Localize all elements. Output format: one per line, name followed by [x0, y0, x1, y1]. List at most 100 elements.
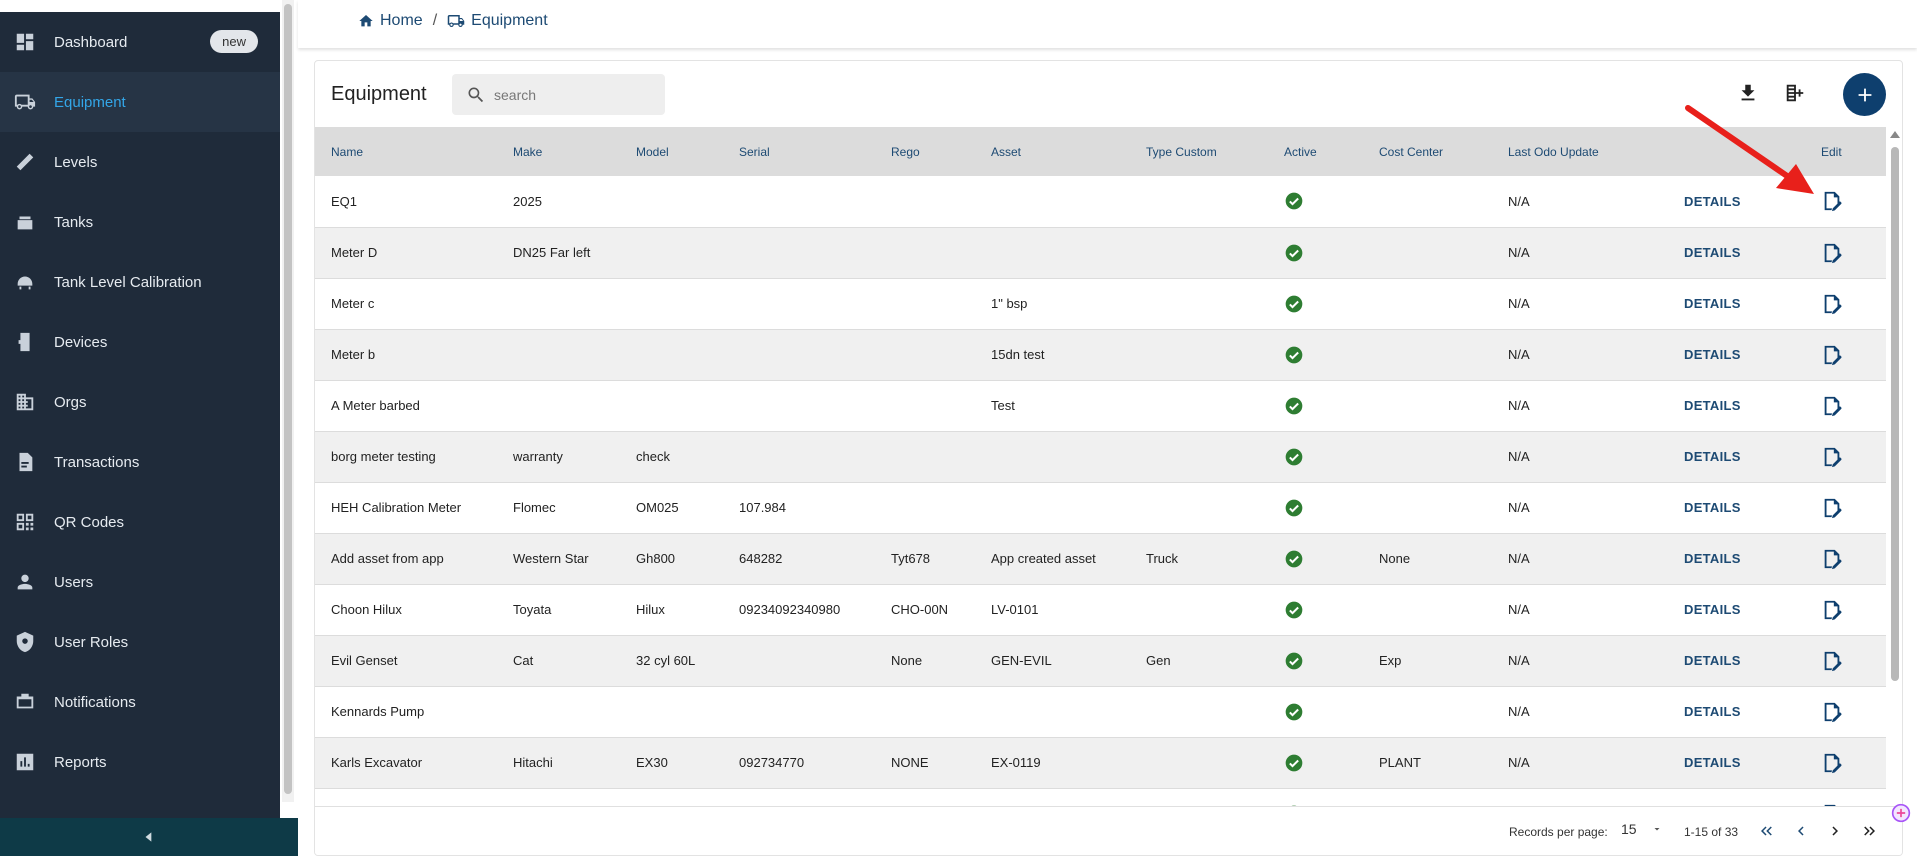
- cell-details: DETAILS: [1668, 329, 1805, 380]
- details-link[interactable]: DETAILS: [1684, 296, 1741, 311]
- tank-icon: [14, 211, 36, 233]
- edit-icon[interactable]: [1821, 190, 1843, 212]
- column-header-asset[interactable]: Asset: [975, 127, 1130, 176]
- sidebar-item-tank-level-calibration[interactable]: Tank Level Calibration: [0, 252, 280, 312]
- sidebar-item-transactions[interactable]: Transactions: [0, 432, 280, 492]
- details-link[interactable]: DETAILS: [1684, 347, 1741, 362]
- edit-icon[interactable]: [1821, 752, 1843, 774]
- table-row[interactable]: HEH Calibration Meter Flomec OM025 107.984 N…: [315, 482, 1886, 533]
- edit-icon[interactable]: [1821, 497, 1843, 519]
- sidebar-scrollbar[interactable]: [282, 0, 294, 802]
- edit-icon[interactable]: [1821, 293, 1843, 315]
- table-row[interactable]: borg meter testing warranty check N/A DETAIL…: [315, 431, 1886, 482]
- breadcrumb: Home / Equipment: [358, 12, 548, 30]
- table-row[interactable]: Meter b 15dn test N/A DETAILS: [315, 329, 1886, 380]
- details-link[interactable]: DETAILS: [1684, 602, 1741, 617]
- sidebar-scrollbar-thumb[interactable]: [284, 4, 292, 794]
- assistant-logo-icon[interactable]: [1891, 803, 1911, 823]
- table-row[interactable]: Meter c 1" bsp N/A DETAILS: [315, 278, 1886, 329]
- column-header-last-odo-update[interactable]: Last Odo Update: [1492, 127, 1668, 176]
- cell-last-odo-update: N/A: [1508, 449, 1530, 464]
- cell-name: EQ1: [331, 193, 358, 209]
- check-circle-icon: [1285, 192, 1303, 210]
- edit-icon[interactable]: [1821, 701, 1843, 723]
- table-row[interactable]: EQ1 2025 N/A DETAILS: [315, 176, 1886, 227]
- column-header-active[interactable]: Active: [1268, 127, 1363, 176]
- collapse-sidebar-button[interactable]: [0, 818, 298, 856]
- page-title: Equipment: [331, 83, 427, 105]
- cell-details: DETAILS: [1668, 482, 1805, 533]
- details-link[interactable]: DETAILS: [1684, 551, 1741, 566]
- cell-model: check: [636, 449, 670, 464]
- sidebar-item-qr-codes[interactable]: QR Codes: [0, 492, 280, 552]
- previous-page-button[interactable]: [1789, 819, 1813, 843]
- sidebar-item-dashboard[interactable]: Dashboard new: [0, 12, 280, 72]
- details-link[interactable]: DETAILS: [1684, 245, 1741, 260]
- check-circle-icon: [1285, 397, 1303, 414]
- table-row[interactable]: A Meter barbed Test N/A DETAILS: [315, 380, 1886, 431]
- search-input[interactable]: [494, 86, 644, 103]
- column-header-cost-center[interactable]: Cost Center: [1363, 127, 1492, 176]
- next-page-button[interactable]: [1823, 819, 1847, 843]
- details-link[interactable]: DETAILS: [1684, 398, 1741, 413]
- cell-last-odo-update: N/A: [1508, 653, 1530, 668]
- column-header-make[interactable]: Make: [497, 127, 620, 176]
- edit-icon[interactable]: [1821, 242, 1843, 264]
- cell-make: Toyata: [513, 602, 552, 617]
- table-row[interactable]: Karls Excavator Hitachi EX30 092734770 NONE E…: [315, 737, 1886, 788]
- table-row[interactable]: Kennards Pump N/A DETAILS: [315, 686, 1886, 737]
- cell-active: [1268, 329, 1363, 380]
- cell-type-custom: [1130, 584, 1268, 635]
- scroll-up-arrow-icon[interactable]: [1890, 131, 1900, 138]
- edit-icon[interactable]: [1821, 548, 1843, 570]
- details-link[interactable]: DETAILS: [1684, 653, 1741, 668]
- table-scrollbar[interactable]: [1888, 127, 1902, 777]
- details-link[interactable]: DETAILS: [1684, 704, 1741, 719]
- search-box[interactable]: [452, 74, 665, 115]
- sidebar-item-equipment[interactable]: Equipment: [0, 72, 280, 132]
- cell-model: Gh800: [636, 551, 676, 566]
- first-page-button[interactable]: [1755, 819, 1779, 843]
- sidebar-item-devices[interactable]: Devices: [0, 312, 280, 372]
- records-per-page-value: 15: [1621, 821, 1637, 837]
- column-header-rego[interactable]: Rego: [875, 127, 975, 176]
- sidebar-item-users[interactable]: Users: [0, 552, 280, 612]
- cell-last-odo-update: [1492, 788, 1668, 807]
- sidebar-item-levels[interactable]: Levels: [0, 132, 280, 192]
- edit-icon[interactable]: [1821, 599, 1843, 621]
- sidebar-item-reports[interactable]: Reports: [0, 732, 280, 792]
- edit-icon[interactable]: [1821, 395, 1843, 417]
- cell-active: [1268, 788, 1363, 807]
- records-per-page-select[interactable]: 15: [1621, 821, 1663, 837]
- last-page-button[interactable]: [1857, 819, 1881, 843]
- column-header-serial[interactable]: Serial: [723, 127, 875, 176]
- table-row[interactable]: DETAILS: [315, 788, 1886, 807]
- cell-cost-center: Exp: [1379, 653, 1402, 668]
- sidebar-item-user-roles[interactable]: User Roles: [0, 612, 280, 672]
- table-row[interactable]: Evil Genset Cat 32 cyl 60L None GEN-EVIL Gen E…: [315, 635, 1886, 686]
- cell-name: Karls Excavator: [331, 755, 423, 770]
- column-header-type-custom[interactable]: Type Custom: [1130, 127, 1268, 176]
- ruler-icon: [14, 151, 36, 173]
- edit-icon[interactable]: [1821, 446, 1843, 468]
- sidebar-item-notifications[interactable]: Notifications: [0, 672, 280, 732]
- column-header-name[interactable]: Name: [315, 127, 497, 176]
- details-link[interactable]: DETAILS: [1684, 755, 1741, 770]
- breadcrumb-current[interactable]: Equipment: [447, 12, 548, 30]
- table-row[interactable]: Meter D DN25 Far left N/A DETAILS: [315, 227, 1886, 278]
- sidebar-item-orgs[interactable]: Orgs: [0, 372, 280, 432]
- table-scrollbar-thumb[interactable]: [1891, 147, 1899, 681]
- edit-icon[interactable]: [1821, 344, 1843, 366]
- breadcrumb-home[interactable]: Home: [358, 12, 423, 30]
- cell-name: Evil Genset: [331, 653, 398, 668]
- table-row[interactable]: Add asset from app Western Star Gh800 64828…: [315, 533, 1886, 584]
- cell-edit: [1805, 737, 1886, 788]
- edit-icon[interactable]: [1821, 650, 1843, 672]
- add-equipment-button[interactable]: [1843, 73, 1886, 116]
- details-link[interactable]: DETAILS: [1684, 500, 1741, 515]
- sidebar-item-tanks[interactable]: Tanks: [0, 192, 280, 252]
- details-link[interactable]: DETAILS: [1684, 449, 1741, 464]
- table-row[interactable]: Choon Hilux Toyata Hilux 09234092340980 CHO-…: [315, 584, 1886, 635]
- column-header-model[interactable]: Model: [620, 127, 723, 176]
- check-circle-icon: [1285, 295, 1303, 312]
